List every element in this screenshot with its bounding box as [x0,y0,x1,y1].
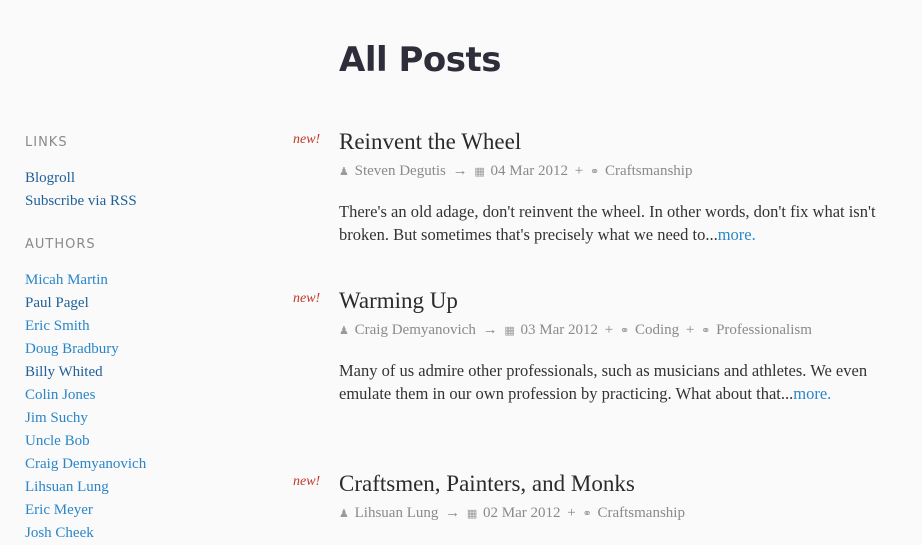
author-item: Uncle Bob [25,430,146,453]
authors-list: Micah Martin Paul Pagel Eric Smith Doug … [25,269,146,545]
post-meta: ♟ Steven Degutis → ▦ 04 Mar 2012 + ⚭ Cra… [339,161,879,182]
author-link-micah-martin[interactable]: Micah Martin [25,272,108,288]
link-subscribe-rss[interactable]: Subscribe via RSS [25,193,137,209]
author-item: Eric Smith [25,315,146,338]
user-icon: ♟ [339,508,349,520]
tag-icon: ⚭ [701,325,711,337]
author-link-eric-smith[interactable]: Eric Smith [25,318,90,334]
post-excerpt: There's an old adage, don't reinvent the… [339,200,879,246]
new-badge: new! [293,132,321,147]
tag-icon: ⚭ [590,166,600,178]
author-link-colin-jones[interactable]: Colin Jones [25,387,95,403]
author-link-craig-demyanovich[interactable]: Craig Demyanovich [25,456,146,472]
post-tag[interactable]: Coding [635,322,679,338]
calendar-icon: ▦ [466,508,478,520]
post-title-link[interactable]: Craftsmen, Painters, and Monks [339,469,879,499]
post-excerpt-text: There's an old adage, don't reinvent the… [339,202,876,244]
new-badge: new! [293,474,321,489]
post-title-link[interactable]: Warming Up [339,286,879,316]
links-list: Blogroll Subscribe via RSS [25,167,137,213]
tag-icon: ⚭ [582,508,592,520]
plus-separator: + [685,322,695,338]
links-heading: LINKS [25,135,68,150]
author-link-paul-pagel[interactable]: Paul Pagel [25,295,89,311]
arrow-icon: → [482,322,498,338]
post-excerpt-text: Many of us admire other professionals, s… [339,361,868,403]
author-item: Lihsuan Lung [25,476,146,499]
post-author[interactable]: Craig Demyanovich [355,322,476,338]
author-link-josh-cheek[interactable]: Josh Cheek [25,525,94,541]
post-tag[interactable]: Professionalism [716,322,812,338]
post-meta: ♟ Lihsuan Lung → ▦ 02 Mar 2012 + ⚭ Craft… [339,503,879,524]
link-blogroll[interactable]: Blogroll [25,170,75,186]
post-title-link[interactable]: Reinvent the Wheel [339,127,879,157]
authors-heading: AUTHORS [25,237,96,252]
post-date: 03 Mar 2012 [520,322,599,338]
post-excerpt: Many of us admire other professionals, s… [339,359,879,405]
link-item-rss: Subscribe via RSS [25,190,137,213]
tag-icon: ⚭ [619,325,630,337]
calendar-icon: ▦ [474,166,485,178]
plus-separator: + [604,322,614,338]
link-item-blogroll: Blogroll [25,167,137,190]
post-tag[interactable]: Craftsmanship [605,163,693,179]
post-date: 02 Mar 2012 [483,505,561,521]
more-link[interactable]: more. [718,225,756,244]
author-item: Eric Meyer [25,499,146,522]
author-link-billy-whited[interactable]: Billy Whited [25,364,103,380]
author-item: Craig Demyanovich [25,453,146,476]
author-item: Josh Cheek [25,522,146,545]
post-meta: ♟ Craig Demyanovich → ▦ 03 Mar 2012 + ⚭ … [339,320,879,341]
user-icon: ♟ [339,166,349,178]
post: new! Craftsmen, Painters, and Monks ♟ Li… [293,469,879,524]
author-link-lihsuan-lung[interactable]: Lihsuan Lung [25,479,109,495]
post-author[interactable]: Lihsuan Lung [355,505,439,521]
author-item: Paul Pagel [25,292,146,315]
post-date: 04 Mar 2012 [490,163,569,179]
post-tag[interactable]: Craftsmanship [597,505,685,521]
user-icon: ♟ [339,325,349,337]
author-item: Billy Whited [25,361,146,384]
post: new! Reinvent the Wheel ♟ Steven Degutis… [293,127,879,246]
author-item: Jim Suchy [25,407,146,430]
author-link-jim-suchy[interactable]: Jim Suchy [25,410,88,426]
author-link-uncle-bob[interactable]: Uncle Bob [25,433,90,449]
calendar-icon: ▦ [504,325,515,337]
more-link[interactable]: more. [793,384,831,403]
plus-separator: + [567,505,576,521]
post: new! Warming Up ♟ Craig Demyanovich → ▦ … [293,286,879,405]
plus-separator: + [574,163,584,179]
author-item: Micah Martin [25,269,146,292]
arrow-icon: → [452,163,468,179]
arrow-icon: → [445,505,461,521]
post-author[interactable]: Steven Degutis [355,163,446,179]
author-item: Doug Bradbury [25,338,146,361]
new-badge: new! [293,291,321,306]
author-link-doug-bradbury[interactable]: Doug Bradbury [25,341,119,357]
author-item: Colin Jones [25,384,146,407]
page-title: All Posts [339,40,501,80]
author-link-eric-meyer[interactable]: Eric Meyer [25,502,93,518]
